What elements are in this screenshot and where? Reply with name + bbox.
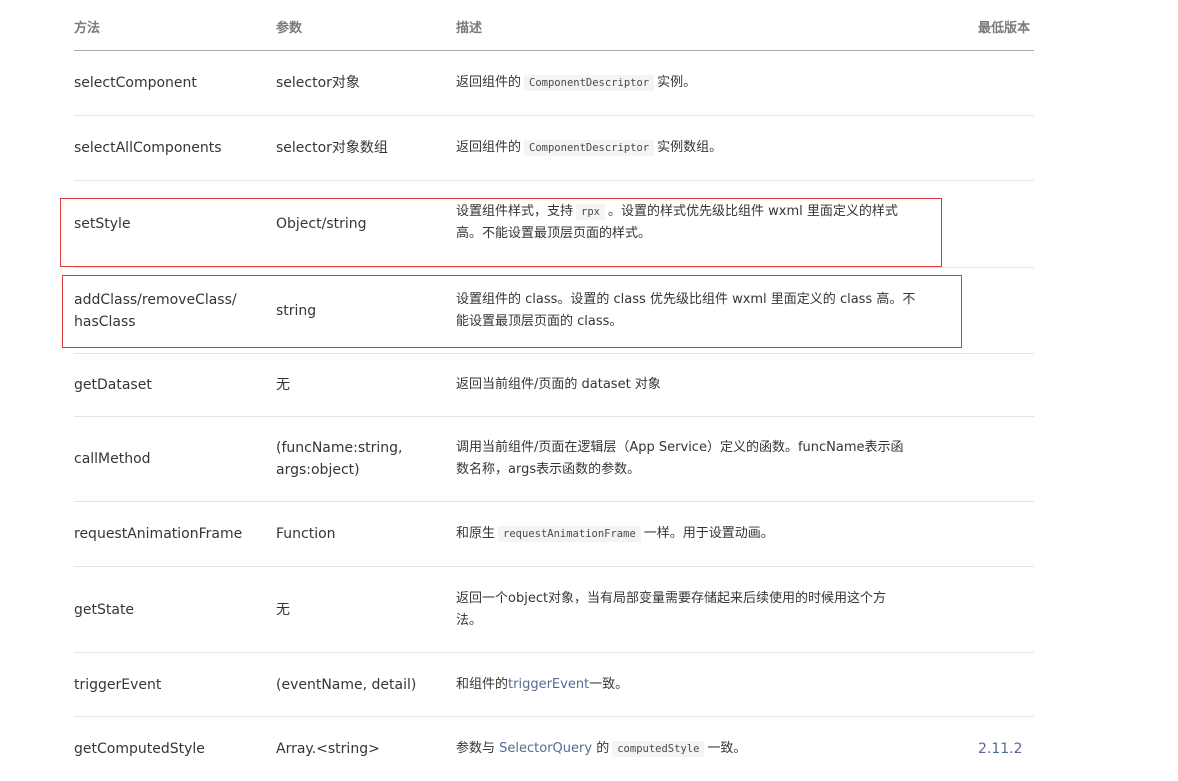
column-header-param: 参数 (276, 21, 303, 36)
table-row: triggerEvent (eventName, detail) 和组件的tri… (74, 653, 1034, 717)
description: 和组件的triggerEvent一致。 (456, 676, 629, 692)
min-version: 2.11.2 (978, 741, 1023, 757)
param-value: selector对象数组 (276, 140, 388, 156)
param-value: Array.<string> (276, 741, 380, 757)
selector-query-link[interactable]: SelectorQuery (499, 741, 592, 756)
method-name: getComputedStyle (74, 741, 205, 757)
param-value: (funcName:string, args:object) (276, 440, 403, 478)
table-row: getDataset 无 返回当前组件/页面的 dataset 对象 (74, 354, 1034, 417)
method-name: callMethod (74, 451, 151, 467)
table-row: getComputedStyle Array.<string> 参数与 Sele… (74, 717, 1034, 781)
method-name: selectAllComponents (74, 140, 222, 156)
table-row: setStyle Object/string 设置组件样式，支持 rpx 。设置的样… (74, 181, 1034, 268)
table-row: callMethod (funcName:string, args:object)… (74, 417, 1034, 502)
description: 返回当前组件/页面的 dataset 对象 (456, 377, 661, 392)
table-row: addClass/removeClass/hasClass string 设置组… (74, 268, 1034, 354)
inline-code: rpx (576, 204, 605, 220)
description: 设置组件的 class。设置的 class 优先级比组件 wxml 里面定义的 … (456, 291, 916, 329)
description: 返回一个object对象，当有局部变量需要存储起来后续使用的时候用这个方 法。 (456, 590, 887, 628)
description: 调用当前组件/页面在逻辑层（App Service）定义的函数。funcName… (456, 440, 904, 477)
api-methods-table: 方法 参数 描述 最低版本 selectComponent selector对象… (74, 0, 1034, 781)
description: 返回组件的 ComponentDescriptor 实例。 (456, 75, 697, 91)
table-header: 方法 参数 描述 最低版本 (74, 0, 1034, 51)
param-value: selector对象 (276, 75, 360, 91)
column-header-method: 方法 (74, 21, 101, 36)
inline-code: computedStyle (612, 741, 705, 757)
method-name: triggerEvent (74, 676, 162, 693)
method-name: selectComponent (74, 75, 197, 91)
column-header-version: 最低版本 (978, 21, 1031, 36)
method-name: setStyle (74, 216, 131, 232)
description: 返回组件的 ComponentDescriptor 实例数组。 (456, 140, 723, 156)
param-value: 无 (276, 601, 290, 618)
method-name: requestAnimationFrame (74, 526, 243, 542)
table-row: requestAnimationFrame Function 和原生 reques… (74, 502, 1034, 567)
inline-code: requestAnimationFrame (498, 526, 641, 542)
table-row: getState 无 返回一个object对象，当有局部变量需要存储起来后续使用… (74, 567, 1034, 653)
description: 设置组件样式，支持 rpx 。设置的样式优先级比组件 wxml 里面定义的样式 高。不… (456, 204, 898, 241)
param-value: (eventName, detail) (276, 676, 417, 693)
param-value: Function (276, 526, 336, 542)
method-name: addClass/removeClass/hasClass (74, 291, 237, 330)
method-name: getState (74, 601, 135, 618)
trigger-event-link[interactable]: triggerEvent (508, 677, 589, 692)
column-header-desc: 描述 (456, 21, 483, 36)
param-value: Object/string (276, 216, 367, 232)
inline-code: ComponentDescriptor (524, 140, 655, 156)
param-value: 无 (276, 377, 290, 393)
inline-code: ComponentDescriptor (524, 75, 655, 91)
description: 和原生 requestAnimationFrame 一样。用于设置动画。 (456, 526, 774, 542)
table-row: selectComponent selector对象 返回组件的 Componen… (74, 51, 1034, 116)
description: 参数与 SelectorQuery 的 computedStyle 一致。 (456, 741, 747, 757)
param-value: string (276, 302, 317, 319)
method-name: getDataset (74, 377, 152, 393)
table-row: selectAllComponents selector对象数组 返回组件的 Co… (74, 116, 1034, 181)
